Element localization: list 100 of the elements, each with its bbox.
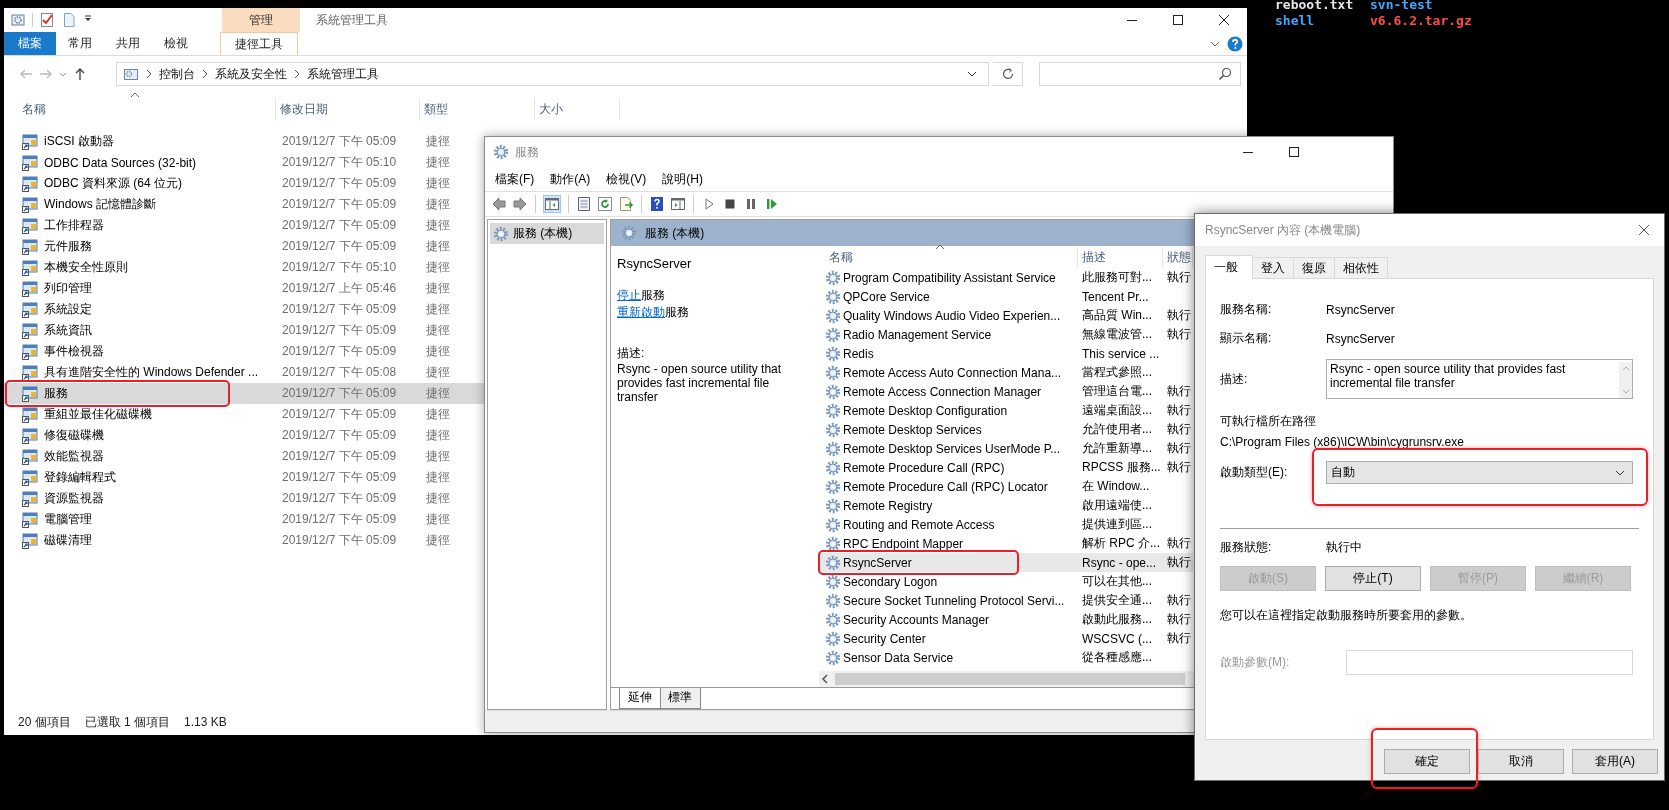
forward-icon[interactable] bbox=[512, 196, 528, 212]
menu-item[interactable]: 檔案(F) bbox=[487, 170, 543, 188]
service-row[interactable]: Remote Registry 啟用遠端使... bbox=[819, 496, 1193, 515]
help-icon[interactable] bbox=[649, 196, 665, 212]
column-header[interactable]: 名稱 bbox=[22, 100, 46, 118]
shortcut-icon[interactable] bbox=[22, 154, 38, 171]
file-row[interactable]: 效能監視器 2019/12/7 下午 05:09 捷徑 bbox=[4, 446, 484, 467]
column-header[interactable]: 名稱 bbox=[825, 247, 1078, 267]
breadcrumb-item[interactable]: 系統管理工具 bbox=[307, 65, 379, 83]
properties-icon[interactable] bbox=[10, 12, 26, 28]
search-field[interactable] bbox=[1039, 62, 1241, 86]
service-row[interactable]: RPC Endpoint Mapper 解析 RPC 介... 執行 bbox=[819, 534, 1193, 553]
ribbon-tab[interactable]: 共用 bbox=[104, 32, 152, 55]
parameters-field[interactable] bbox=[1346, 650, 1633, 675]
shortcut-icon[interactable] bbox=[22, 490, 38, 507]
service-row[interactable]: RsyncServer Rsync - ope... 執行 bbox=[819, 553, 1193, 572]
shortcut-icon[interactable] bbox=[22, 406, 38, 423]
service-row[interactable]: Remote Access Auto Connection Mana... 當程式參照... bbox=[819, 363, 1193, 382]
file-row[interactable]: 工作排程器 2019/12/7 下午 05:09 捷徑 bbox=[4, 215, 484, 236]
ribbon-tab[interactable]: 常用 bbox=[56, 32, 104, 55]
file-row[interactable]: ODBC 資料來源 (64 位元) 2019/12/7 下午 05:09 捷徑 bbox=[4, 173, 484, 194]
action-link[interactable]: 重新啟動 bbox=[617, 305, 665, 319]
scroll-left-icon[interactable] bbox=[819, 673, 831, 685]
refresh-icon[interactable] bbox=[1000, 67, 1015, 81]
service-row[interactable]: Security Accounts Manager 啟動此服務... 執行 bbox=[819, 610, 1193, 629]
back-icon[interactable] bbox=[491, 196, 507, 212]
service-row[interactable]: QPCore Service Tencent Pr... bbox=[819, 287, 1193, 306]
dialog-button[interactable]: 套用(A) bbox=[1572, 749, 1658, 774]
view-tab[interactable]: 標準 bbox=[659, 688, 701, 709]
shortcut-icon[interactable] bbox=[22, 364, 38, 381]
column-header[interactable]: 狀態 bbox=[1163, 247, 1193, 267]
chevron-icon[interactable] bbox=[201, 69, 209, 79]
file-row[interactable]: 具有進階安全性的 Windows Defender ... 2019/12/7 下午 05:08 捷徑 bbox=[4, 362, 484, 383]
shortcut-icon[interactable] bbox=[22, 133, 38, 150]
file-row[interactable]: ODBC Data Sources (32-bit) 2019/12/7 下午 05:10 捷徑 bbox=[4, 152, 484, 173]
service-row[interactable]: Remote Access Connection Manager 管理這台電... 執行 bbox=[819, 382, 1193, 401]
shortcut-icon[interactable] bbox=[22, 343, 38, 360]
shortcut-icon[interactable] bbox=[22, 238, 38, 255]
column-header[interactable]: 修改日期 bbox=[280, 100, 328, 118]
tree-item[interactable]: 服務 (本機) bbox=[490, 223, 604, 244]
scrollbar-thumb[interactable] bbox=[835, 673, 1185, 685]
view-pane-icon[interactable] bbox=[670, 196, 686, 212]
shortcut-icon[interactable] bbox=[22, 322, 38, 339]
service-row[interactable]: Sensor Data Service 從各種感應... bbox=[819, 648, 1193, 667]
service-row[interactable]: Remote Procedure Call (RPC) Locator 在 Window... bbox=[819, 477, 1193, 496]
shortcut-icon[interactable] bbox=[22, 259, 38, 276]
file-row[interactable]: 元件服務 2019/12/7 下午 05:09 捷徑 bbox=[4, 236, 484, 257]
shortcut-icon[interactable] bbox=[22, 196, 38, 213]
checklist-icon[interactable] bbox=[39, 12, 55, 28]
dialog-button[interactable]: 取消 bbox=[1478, 749, 1564, 774]
service-row[interactable]: Routing and Remote Access 提供連到區... bbox=[819, 515, 1193, 534]
column-header[interactable]: 描述 bbox=[1078, 247, 1163, 267]
document-icon[interactable] bbox=[61, 12, 77, 28]
file-row[interactable]: 重組並最佳化磁碟機 2019/12/7 下午 05:09 捷徑 bbox=[4, 404, 484, 425]
service-row[interactable]: Secondary Logon 可以在其他... bbox=[819, 572, 1193, 591]
action-link[interactable]: 停止 bbox=[617, 288, 641, 302]
file-row[interactable]: Windows 記憶體診斷 2019/12/7 下午 05:09 捷徑 bbox=[4, 194, 484, 215]
dialog-tab[interactable]: 相依性 bbox=[1334, 257, 1388, 278]
file-row[interactable]: iSCSI 啟動器 2019/12/7 下午 05:09 捷徑 bbox=[4, 131, 484, 152]
export-icon[interactable] bbox=[618, 196, 634, 212]
shortcut-icon[interactable] bbox=[22, 448, 38, 465]
file-row[interactable]: 資源監視器 2019/12/7 下午 05:09 捷徑 bbox=[4, 488, 484, 509]
shortcut-icon[interactable] bbox=[22, 469, 38, 486]
service-row[interactable]: Remote Desktop Services UserMode P... 允許重新導... 執行 bbox=[819, 439, 1193, 458]
file-row[interactable]: 服務 2019/12/7 下午 05:09 捷徑 bbox=[4, 383, 484, 404]
shortcut-icon[interactable] bbox=[22, 427, 38, 444]
service-control-button[interactable]: 停止(T) bbox=[1325, 566, 1421, 591]
service-row[interactable]: Program Compatibility Assistant Service 此服務可對... 執行 bbox=[819, 268, 1193, 287]
dialog-tab[interactable]: 一般 bbox=[1205, 255, 1253, 279]
shortcut-icon[interactable] bbox=[22, 175, 38, 192]
ribbon-tab[interactable]: 檢視 bbox=[152, 32, 200, 55]
shortcut-icon[interactable] bbox=[22, 280, 38, 297]
column-header[interactable]: 大小 bbox=[539, 100, 563, 118]
menu-item[interactable]: 動作(A) bbox=[542, 170, 599, 188]
startup-type-dropdown[interactable]: 自動 bbox=[1326, 461, 1633, 484]
shortcut-icon[interactable] bbox=[22, 532, 38, 549]
tree-pane-icon[interactable] bbox=[544, 196, 560, 212]
shortcut-icon[interactable] bbox=[22, 385, 38, 402]
shortcut-icon[interactable] bbox=[22, 301, 38, 318]
dialog-button[interactable]: 確定 bbox=[1384, 749, 1470, 774]
view-tab[interactable]: 延伸 bbox=[619, 688, 661, 709]
file-row[interactable]: 列印管理 2019/12/7 上午 05:46 捷徑 bbox=[4, 278, 484, 299]
refresh-icon[interactable] bbox=[597, 196, 613, 212]
file-row[interactable]: 事件檢視器 2019/12/7 下午 05:09 捷徑 bbox=[4, 341, 484, 362]
file-row[interactable]: 磁碟清理 2019/12/7 下午 05:09 捷徑 bbox=[4, 530, 484, 551]
shortcut-icon[interactable] bbox=[22, 217, 38, 234]
column-header[interactable]: 類型 bbox=[424, 100, 448, 118]
breadcrumb-item[interactable]: 控制台 bbox=[159, 65, 195, 83]
menu-item[interactable]: 說明(H) bbox=[654, 170, 711, 188]
service-row[interactable]: Secure Socket Tunneling Protocol Servi... 提供安全通... 執行 bbox=[819, 591, 1193, 610]
menu-item[interactable]: 檢視(V) bbox=[598, 170, 655, 188]
file-row[interactable]: 登錄編輯程式 2019/12/7 下午 05:09 捷徑 bbox=[4, 467, 484, 488]
service-row[interactable]: Remote Desktop Services 允許使用者... 執行 bbox=[819, 420, 1193, 439]
properties-icon[interactable] bbox=[576, 196, 592, 212]
service-row[interactable]: Redis This service ... bbox=[819, 344, 1193, 363]
breadcrumb-item[interactable]: 系統及安全性 bbox=[215, 65, 287, 83]
file-row[interactable]: 本機安全性原則 2019/12/7 下午 05:10 捷徑 bbox=[4, 257, 484, 278]
ribbon-tab[interactable]: 捷徑工具 bbox=[220, 32, 298, 55]
service-row[interactable]: Radio Management Service 無線電波管... 執行 bbox=[819, 325, 1193, 344]
service-row[interactable]: Remote Desktop Configuration 遠端桌面設... 執行 bbox=[819, 401, 1193, 420]
